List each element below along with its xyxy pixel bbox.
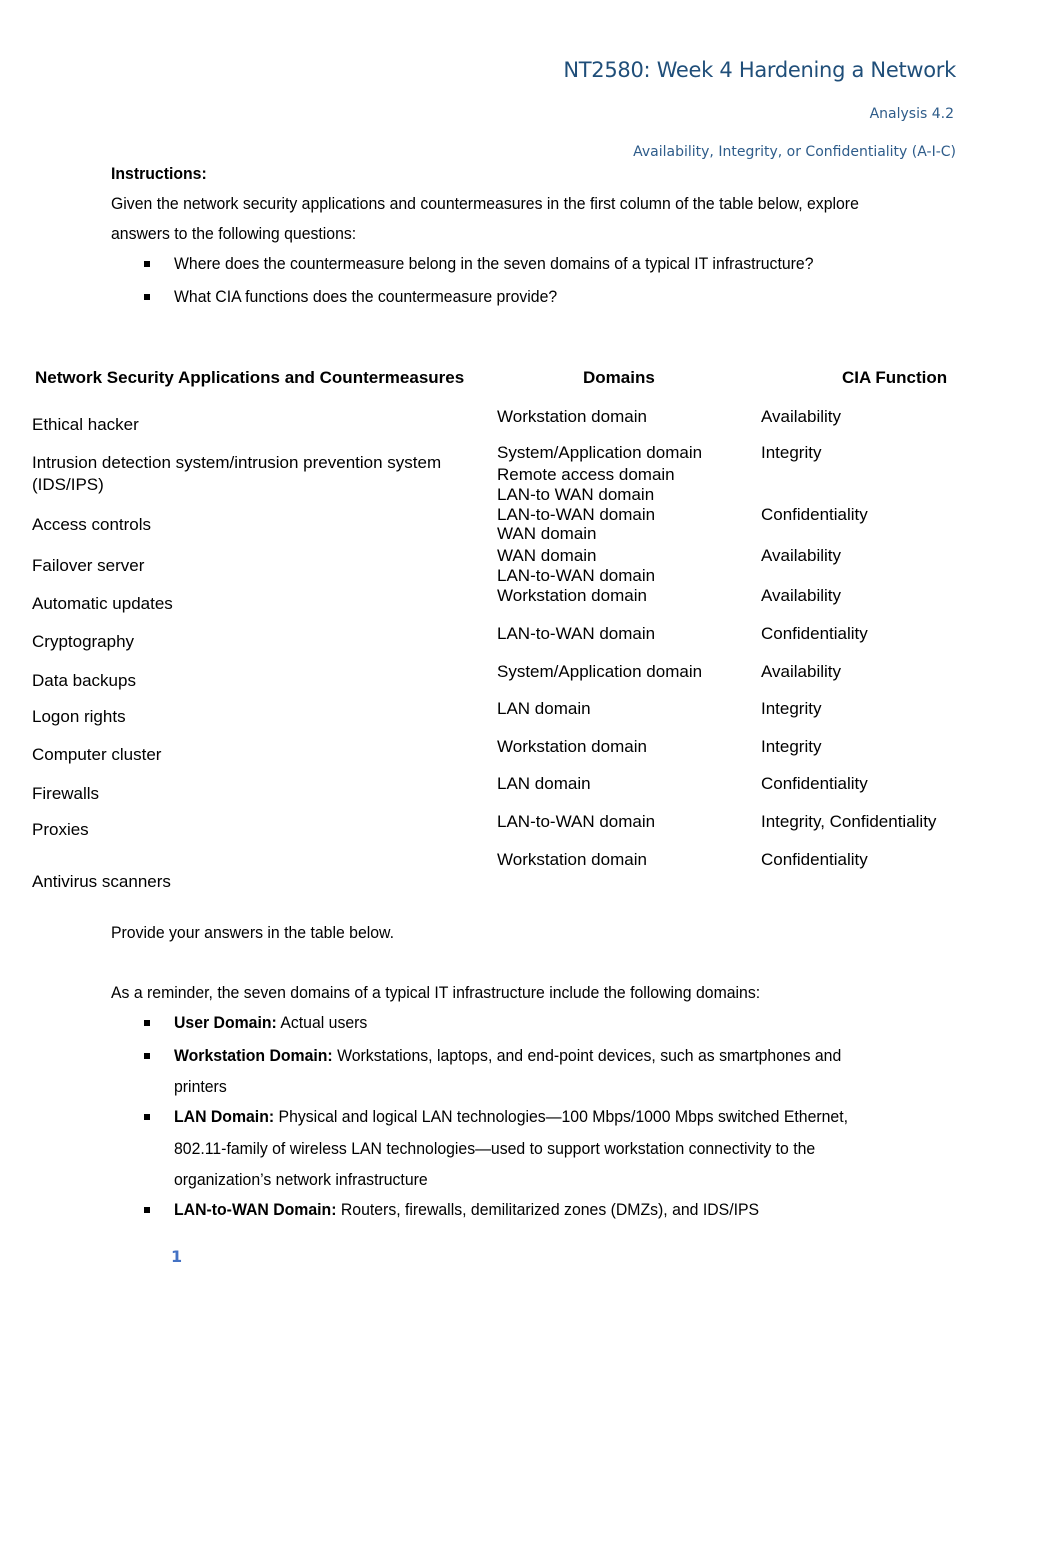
page-number: 1: [171, 1247, 183, 1266]
countermeasure-cell: Computer cluster: [32, 745, 162, 764]
domain-cell: LAN-to-WAN domain: [497, 566, 656, 585]
domain-desc: Physical and logical LAN technologies—10…: [274, 1107, 849, 1126]
domain-desc-continued: printers: [174, 1077, 227, 1096]
bullet-icon: [144, 1053, 150, 1059]
cia-cell: Integrity: [761, 699, 822, 718]
domain-cell: Workstation domain: [497, 407, 647, 426]
domain-desc: Actual users: [276, 1013, 368, 1032]
domain-definition-workstation: Workstation Domain: Workstations, laptop…: [174, 1046, 841, 1066]
domain-cell: LAN domain: [497, 699, 591, 718]
domain-desc-continued: 802.11-family of wireless LAN technologi…: [174, 1139, 816, 1158]
cia-cell: Availability: [761, 586, 842, 605]
cia-cell: Availability: [761, 407, 842, 426]
column-header-cia: CIA Function: [842, 368, 948, 387]
cia-cell: Confidentiality: [761, 624, 868, 643]
bullet-icon: [144, 1114, 150, 1120]
domain-definition-user: User Domain: Actual users: [174, 1013, 367, 1033]
cia-cell: Availability: [761, 662, 842, 681]
domain-cell: Workstation domain: [497, 737, 647, 756]
instructions-heading: Instructions:: [111, 164, 207, 183]
domain-cell: LAN-to-WAN domain: [497, 624, 656, 643]
bullet-icon: [144, 1207, 150, 1213]
countermeasure-cell: Intrusion detection system/intrusion pre…: [32, 453, 442, 472]
domain-cell: System/Application domain: [497, 662, 703, 681]
cia-cell: Confidentiality: [761, 505, 868, 524]
domain-cell: Workstation domain: [497, 586, 647, 605]
domain-definition-lan: LAN Domain: Physical and logical LAN tec…: [174, 1107, 848, 1127]
countermeasure-cell: Ethical hacker: [32, 415, 139, 434]
domain-cell: WAN domain: [497, 546, 597, 565]
countermeasure-cell: Access controls: [32, 515, 152, 534]
instructions-line-2: answers to the following questions:: [111, 224, 357, 243]
bullet-icon: [144, 261, 150, 267]
cia-cell: Availability: [761, 546, 842, 565]
domain-cell: Workstation domain: [497, 850, 647, 869]
countermeasure-cell: Data backups: [32, 671, 136, 690]
bullet-icon: [144, 294, 150, 300]
domain-term: LAN Domain:: [174, 1107, 275, 1126]
domain-cell: System/Application domain: [497, 443, 703, 462]
countermeasure-cell: Antivirus scanners: [32, 872, 171, 891]
cia-cell: Integrity: [761, 443, 822, 462]
countermeasure-cell: Proxies: [32, 820, 89, 839]
domain-term: User Domain:: [174, 1013, 277, 1032]
document-subtitle-cia: Availability, Integrity, or Confidential…: [633, 144, 956, 160]
domain-cell: LAN-to WAN domain: [497, 485, 655, 504]
cia-cell: Confidentiality: [761, 850, 868, 869]
cia-cell: Confidentiality: [761, 774, 868, 793]
countermeasure-cell: Cryptography: [32, 632, 135, 651]
domain-term: Workstation Domain:: [174, 1046, 333, 1065]
domain-desc: Workstations, laptops, and end-point dev…: [332, 1046, 842, 1065]
domain-cell: LAN-to-WAN domain: [497, 505, 656, 524]
column-header-domains: Domains: [583, 368, 655, 387]
question-item: Where does the countermeasure belong in …: [174, 254, 814, 273]
domain-desc-continued: organization’s network infrastructure: [174, 1170, 428, 1189]
reminder-intro: As a reminder, the seven domains of a ty…: [111, 983, 761, 1002]
domain-cell: LAN domain: [497, 774, 591, 793]
column-header-countermeasures: Network Security Applications and Counte…: [35, 368, 465, 387]
cia-cell: Integrity, Confidentiality: [761, 812, 937, 831]
domain-desc: Routers, firewalls, demilitarized zones …: [336, 1200, 760, 1219]
countermeasure-cell: Failover server: [32, 556, 145, 575]
provide-answers-text: Provide your answers in the table below.: [111, 923, 394, 942]
bullet-icon: [144, 1020, 150, 1026]
document-subtitle: Analysis 4.2: [869, 106, 954, 122]
domain-cell: LAN-to-WAN domain: [497, 812, 656, 831]
domain-definition-lan-to-wan: LAN-to-WAN Domain: Routers, firewalls, d…: [174, 1200, 759, 1220]
instructions-line-1: Given the network security applications …: [111, 194, 859, 213]
document-title: NT2580: Week 4 Hardening a Network: [563, 58, 956, 82]
countermeasure-cell: Firewalls: [32, 784, 100, 803]
domain-cell: WAN domain: [497, 524, 597, 543]
domain-term: LAN-to-WAN Domain:: [174, 1200, 337, 1219]
question-item: What CIA functions does the countermeasu…: [174, 287, 558, 306]
countermeasure-cell: Logon rights: [32, 707, 126, 726]
countermeasure-cell: Automatic updates: [32, 594, 173, 613]
countermeasure-cell: (IDS/IPS): [32, 475, 104, 494]
cia-cell: Integrity: [761, 737, 822, 756]
domain-cell: Remote access domain: [497, 465, 675, 484]
